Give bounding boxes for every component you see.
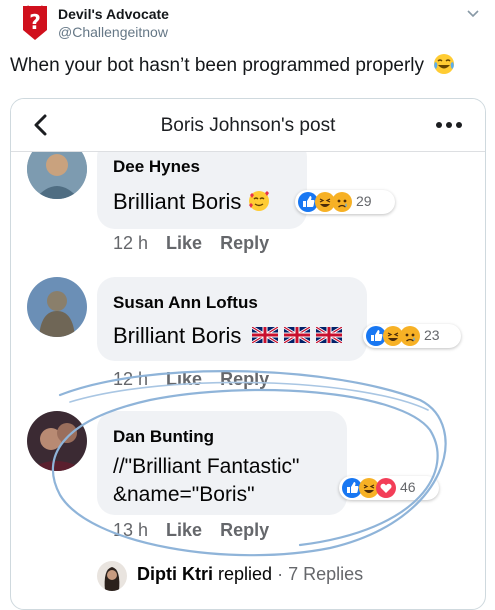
view-replies-link[interactable]: Dipti Ktri replied · 7 Replies (137, 564, 363, 585)
svg-text:?: ? (29, 10, 41, 34)
facebook-screenshot: Boris Johnson's post Dee Hynes Brilliant… (10, 98, 486, 610)
fb-header: Boris Johnson's post (11, 99, 485, 152)
tweet-text-body: When your bot hasn’t been programmed pro… (10, 55, 425, 76)
like-link[interactable]: Like (166, 369, 202, 389)
reply-count[interactable]: 7 Replies (288, 564, 363, 584)
chevron-down-icon[interactable] (465, 6, 481, 22)
comment-body: Brilliant Boris (113, 189, 242, 214)
comment-author[interactable]: Susan Ann Loftus (113, 293, 258, 313)
love-icon (376, 478, 396, 498)
uk-flag-icon (314, 325, 343, 345)
reaction-summary[interactable]: 23 (363, 324, 461, 348)
comment-text-line: &name="Boris" (113, 483, 255, 506)
author-name[interactable]: Devil's Advocate (58, 6, 169, 22)
comment-author[interactable]: Dee Hynes (113, 157, 200, 177)
comment-text-line: //"Brilliant Fantastic" (113, 455, 300, 478)
avatar-photo (97, 561, 127, 591)
avatar-susan-ann-loftus[interactable] (27, 277, 87, 337)
like-link[interactable]: Like (166, 233, 202, 253)
comment-bubble[interactable]: Dee Hynes Brilliant Boris (97, 139, 307, 229)
comment-time: 13 h (113, 520, 149, 540)
reaction-count: 23 (424, 327, 440, 343)
sad-icon (400, 326, 420, 346)
avatar-dan-bunting[interactable] (27, 411, 87, 471)
reaction-summary[interactable]: 29 (295, 190, 395, 214)
reply-author[interactable]: Dipti Ktri (137, 564, 213, 584)
tweet-text: When your bot hasn’t been programmed pro… (10, 53, 455, 77)
smiling-face-with-hearts-icon (248, 191, 269, 211)
reaction-count: 46 (400, 479, 416, 495)
comment-meta: 12 h Like Reply (113, 233, 287, 254)
reply-link[interactable]: Reply (220, 233, 269, 253)
comment-bubble[interactable]: Dan Bunting //"Brilliant Fantastic" &nam… (97, 411, 347, 515)
sad-icon (332, 192, 352, 212)
tweet-header: ? Devil's Advocate @Challengeitnow (0, 0, 495, 48)
comment-text: Brilliant Boris (113, 323, 343, 349)
author-handle[interactable]: @Challengeitnow (58, 24, 168, 40)
comment-body: Brilliant Boris (113, 323, 242, 348)
comment-time: 12 h (113, 369, 149, 389)
face-with-tears-of-joy-icon (434, 54, 455, 74)
separator: · (277, 564, 284, 584)
comment-bubble[interactable]: Susan Ann Loftus Brilliant Boris (97, 277, 367, 361)
avatar-photo (27, 277, 87, 337)
uk-flag-icon (282, 325, 311, 345)
reply-action: replied (218, 564, 273, 584)
comment-author[interactable]: Dan Bunting (113, 427, 214, 447)
like-link[interactable]: Like (166, 520, 202, 540)
post-title: Boris Johnson's post (160, 115, 336, 136)
more-options-icon[interactable] (435, 121, 463, 129)
reply-link[interactable]: Reply (220, 369, 269, 389)
comment-text: Brilliant Boris (113, 189, 270, 215)
comment-meta: 12 h Like Reply (113, 369, 287, 390)
comment-time: 12 h (113, 233, 149, 253)
devils-advocate-logo[interactable]: ? (20, 4, 50, 42)
avatar-photo (27, 411, 87, 471)
comment-meta: 13 h Like Reply (113, 520, 287, 541)
reaction-count: 29 (356, 193, 372, 209)
avatar-dipti-ktri[interactable] (97, 561, 127, 591)
reaction-summary[interactable]: 46 (339, 476, 439, 500)
reply-link[interactable]: Reply (220, 520, 269, 540)
uk-flag-icon (250, 325, 279, 345)
